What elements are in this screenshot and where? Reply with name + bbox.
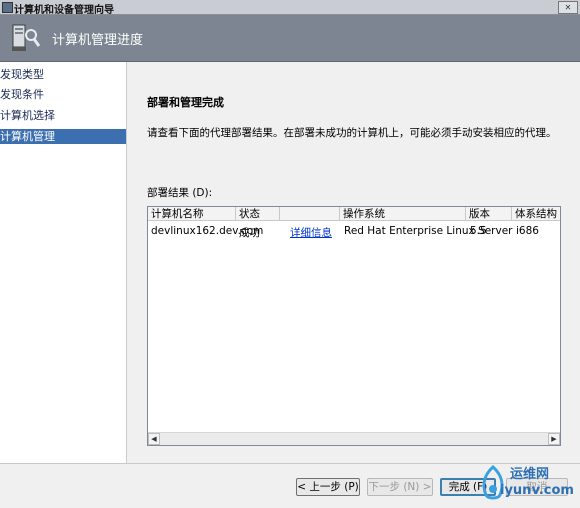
wizard-header: 计算机管理进度: [0, 15, 580, 62]
column-header-computer-name[interactable]: 计算机名称: [148, 207, 236, 221]
app-icon: [2, 2, 13, 13]
site-watermark: 运维网 iyunv.com: [478, 461, 580, 507]
sidebar-item-computer-management[interactable]: 计算机管理: [0, 129, 126, 144]
cell-architecture: i686: [516, 225, 539, 237]
watermark-line2: iyunv.com: [500, 483, 574, 498]
sidebar-item-computer-selection[interactable]: 计算机选择: [0, 108, 126, 123]
instruction-text: 请查看下面的代理部署结果。在部署未成功的计算机上，可能必须手动安装相应的代理。: [147, 127, 557, 139]
computer-wizard-icon: [12, 24, 40, 51]
main-panel: 部署和管理完成 请查看下面的代理部署结果。在部署未成功的计算机上，可能必须手动安…: [127, 62, 580, 463]
next-button[interactable]: 下一步 (N) >: [367, 478, 433, 496]
column-header-os[interactable]: 操作系统: [340, 207, 466, 221]
page-title: 计算机管理进度: [52, 33, 144, 48]
wizard-steps-sidebar: 发现类型 发现条件 计算机选择 计算机管理: [0, 62, 127, 463]
column-header-version[interactable]: 版本: [466, 207, 512, 221]
column-header-status[interactable]: 状态: [236, 207, 280, 221]
column-header-architecture[interactable]: 体系结构: [512, 207, 560, 221]
sidebar-item-discovery-type[interactable]: 发现类型: [0, 67, 126, 82]
title-bar: 计算机和设备管理向导 ✕: [0, 0, 580, 16]
window-title: 计算机和设备管理向导: [14, 5, 114, 16]
section-title: 部署和管理完成: [147, 96, 224, 109]
deployment-results-list[interactable]: 计算机名称 状态 操作系统 版本 体系结构 devlinux162.dev.co…: [147, 206, 561, 446]
results-label: 部署结果 (D):: [147, 187, 213, 199]
scroll-right-icon[interactable]: ▶: [548, 433, 560, 445]
scroll-left-icon[interactable]: ◀: [148, 433, 160, 445]
close-button[interactable]: ✕: [558, 1, 578, 14]
cell-version: 5.5: [470, 225, 487, 237]
details-link[interactable]: 详细信息: [290, 225, 332, 240]
watermark-line1: 运维网: [510, 467, 550, 482]
sidebar-item-discovery-criteria[interactable]: 发现条件: [0, 87, 126, 102]
horizontal-scrollbar[interactable]: ◀ ▶: [148, 432, 560, 445]
column-header-detail[interactable]: [280, 207, 340, 221]
cell-os: Red Hat Enterprise Linux Server: [344, 225, 513, 237]
back-button[interactable]: < 上一步 (P): [296, 478, 360, 496]
cell-status: 成功: [239, 227, 260, 239]
